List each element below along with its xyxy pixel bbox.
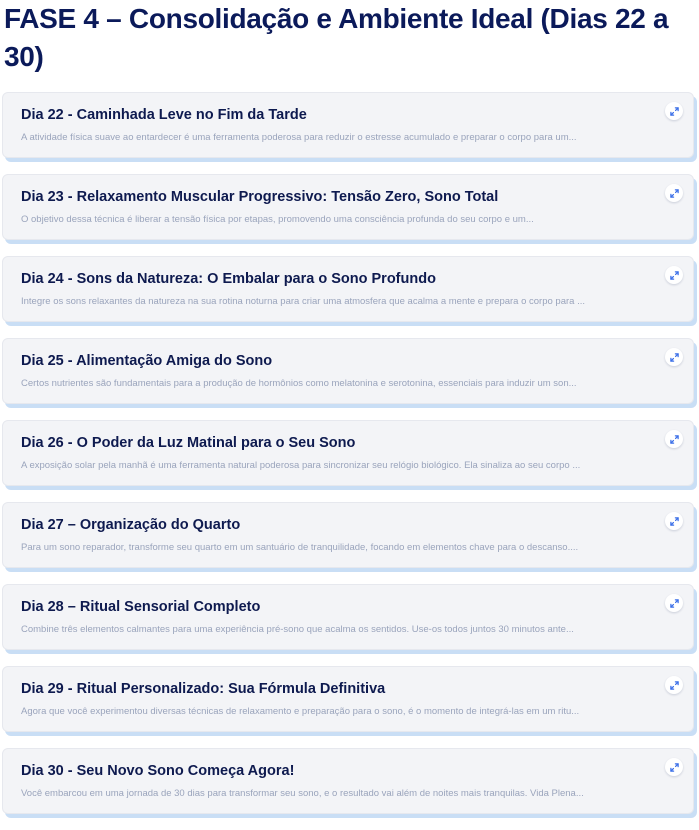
expand-arrows-icon[interactable] (665, 594, 683, 612)
expand-arrows-icon[interactable] (665, 430, 683, 448)
day-card-description: Integre os sons relaxantes da natureza n… (21, 296, 585, 307)
day-card-description: A atividade física suave ao entardecer é… (21, 132, 577, 143)
day-card-list: Dia 22 - Caminhada Leve no Fim da Tarde … (2, 92, 694, 830)
expand-arrows-icon-glyph (669, 680, 679, 690)
day-card-description: Agora que você experimentou diversas téc… (21, 706, 580, 717)
day-card-title: Dia 28 – Ritual Sensorial Completo (21, 599, 261, 615)
expand-arrows-icon[interactable] (665, 512, 683, 530)
day-card-title: Dia 29 - Ritual Personalizado: Sua Fórmu… (21, 681, 386, 697)
day-card[interactable]: Dia 25 - Alimentação Amiga do Sono Certo… (2, 338, 694, 404)
day-card[interactable]: Dia 24 - Sons da Natureza: O Embalar par… (2, 256, 694, 322)
day-card-description: Para um sono reparador, transforme seu q… (21, 542, 579, 553)
expand-arrows-icon-glyph (669, 516, 679, 526)
expand-arrows-icon-glyph (669, 434, 679, 444)
day-card-title: Dia 25 - Alimentação Amiga do Sono (21, 353, 273, 369)
day-card[interactable]: Dia 28 – Ritual Sensorial Completo Combi… (2, 584, 694, 650)
day-card-description: Você embarcou em uma jornada de 30 dias … (21, 788, 584, 799)
day-card-title: Dia 26 - O Poder da Luz Matinal para o S… (21, 435, 356, 451)
expand-arrows-icon[interactable] (665, 266, 683, 284)
day-card-description: O objetivo dessa técnica é liberar a ten… (21, 214, 534, 225)
day-card[interactable]: Dia 27 – Organização do Quarto Para um s… (2, 502, 694, 568)
expand-arrows-icon-glyph (669, 188, 679, 198)
day-card[interactable]: Dia 23 - Relaxamento Muscular Progressiv… (2, 174, 694, 240)
day-card[interactable]: Dia 30 - Seu Novo Sono Começa Agora! Voc… (2, 748, 694, 814)
day-card-description: Certos nutrientes são fundamentais para … (21, 378, 577, 389)
expand-arrows-icon-glyph (669, 106, 679, 116)
day-card-title: Dia 22 - Caminhada Leve no Fim da Tarde (21, 107, 307, 123)
expand-arrows-icon[interactable] (665, 676, 683, 694)
expand-arrows-icon[interactable] (665, 184, 683, 202)
day-card[interactable]: Dia 26 - O Poder da Luz Matinal para o S… (2, 420, 694, 486)
phase-title: FASE 4 – Consolidação e Ambiente Ideal (… (4, 3, 669, 72)
day-card-title: Dia 30 - Seu Novo Sono Começa Agora! (21, 763, 295, 779)
day-card-title: Dia 23 - Relaxamento Muscular Progressiv… (21, 189, 499, 205)
day-card[interactable]: Dia 22 - Caminhada Leve no Fim da Tarde … (2, 92, 694, 158)
day-card[interactable]: Dia 29 - Ritual Personalizado: Sua Fórmu… (2, 666, 694, 732)
expand-arrows-icon[interactable] (665, 758, 683, 776)
expand-arrows-icon-glyph (669, 270, 679, 280)
expand-arrows-icon-glyph (669, 598, 679, 608)
day-card-title: Dia 24 - Sons da Natureza: O Embalar par… (21, 271, 436, 287)
day-card-title: Dia 27 – Organização do Quarto (21, 517, 241, 533)
day-card-description: Combine três elementos calmantes para um… (21, 624, 574, 635)
day-card-description: A exposição solar pela manhã é uma ferra… (21, 460, 581, 471)
expand-arrows-icon[interactable] (665, 102, 683, 120)
expand-arrows-icon-glyph (669, 762, 679, 772)
expand-arrows-icon-glyph (669, 352, 679, 362)
expand-arrows-icon[interactable] (665, 348, 683, 366)
phase-page: FASE 4 – Consolidação e Ambiente Ideal (… (0, 0, 699, 821)
